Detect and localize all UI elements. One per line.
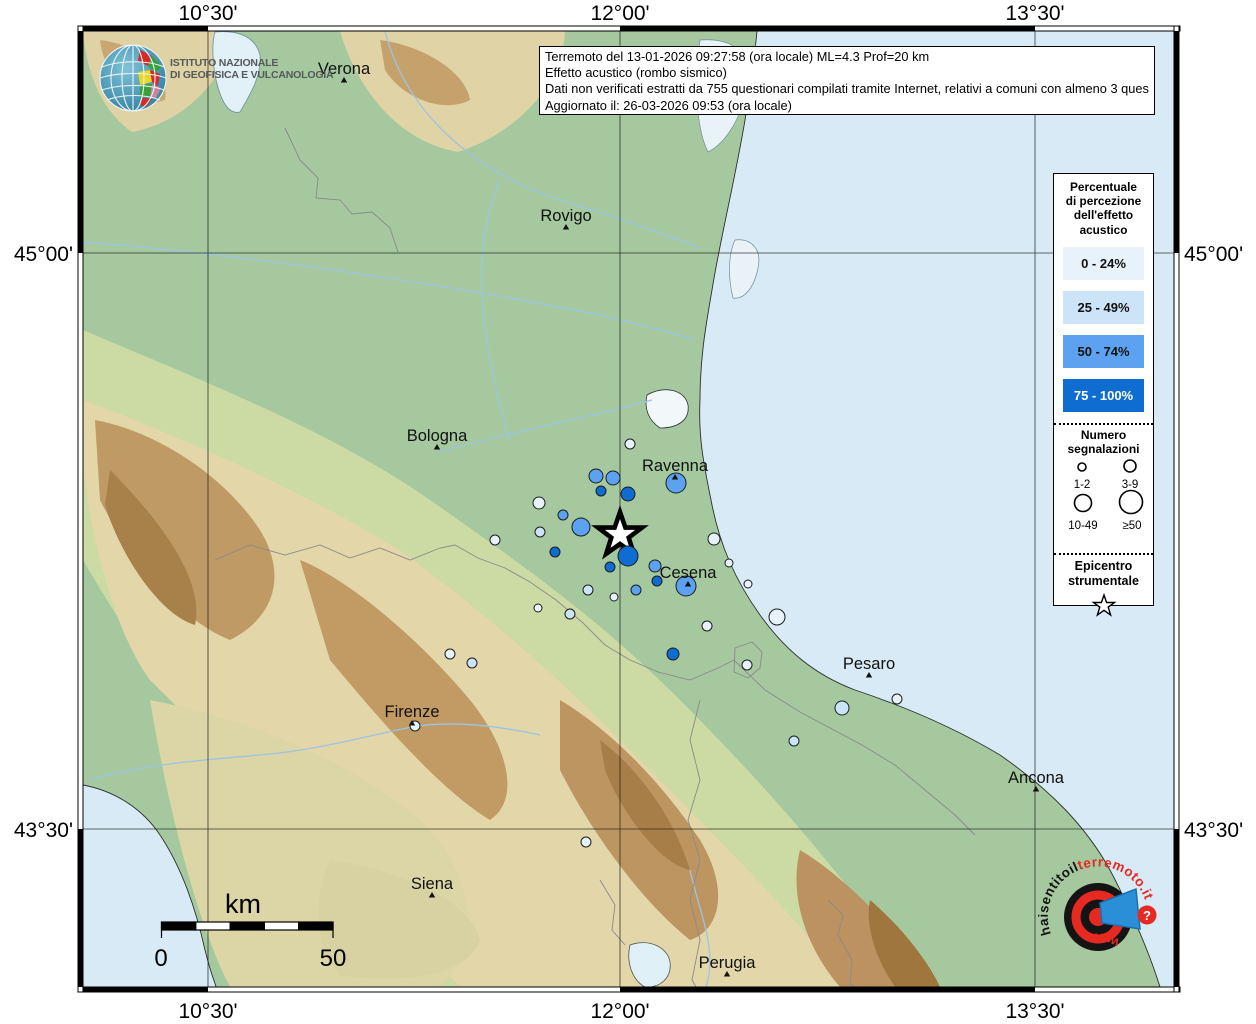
question-badge: ? — [1137, 905, 1157, 925]
report-dot — [489, 534, 501, 546]
scale-unit-label: km — [225, 889, 261, 919]
size-circle-1-2 — [1077, 462, 1087, 472]
report-dot — [609, 592, 619, 602]
legend-class-swatch-2: 50 - 74% — [1063, 334, 1144, 368]
legend-class-swatch-0: 0 - 24% — [1063, 246, 1144, 280]
legend-counts-title: Numero segnalazioni — [1067, 427, 1140, 457]
report-dot — [620, 486, 636, 502]
report-dot — [834, 700, 850, 716]
report-dot — [532, 496, 546, 510]
report-dot — [605, 470, 621, 486]
ingv-text-line1: ISTITUTO NAZIONALE — [170, 57, 279, 69]
axis-right-4500: 45°00' — [1184, 243, 1243, 266]
city-label-ancona: Ancona — [1008, 769, 1065, 787]
haisentito-site-logo: ? haisentitoilterremoto.it www. — [1036, 854, 1157, 951]
axis-top-1030: 10°30' — [178, 2, 237, 25]
report-dot — [891, 693, 903, 705]
size-circle-ge50 — [1118, 489, 1144, 515]
report-dot — [768, 608, 786, 626]
scale-end-label: 50 — [320, 945, 347, 972]
report-dot — [743, 579, 753, 589]
report-dot — [549, 546, 561, 558]
axis-right-4330: 43°30' — [1184, 819, 1243, 842]
scale-start-label: 0 — [154, 945, 167, 972]
axis-bottom-1030: 10°30' — [178, 1000, 237, 1023]
report-dot — [624, 438, 636, 450]
report-dot — [666, 647, 680, 661]
size-label-3-9: 3-9 — [1122, 479, 1139, 491]
ingv-globe-logo — [99, 44, 167, 112]
report-dot — [582, 584, 594, 596]
question-mark: ? — [1143, 908, 1151, 923]
report-dot — [571, 517, 591, 537]
terrain-layer: VeronaRovigoBolognaRavennaCesenaFirenzeP… — [83, 31, 1174, 987]
size-circle-3-9 — [1123, 459, 1137, 473]
axis-top-1200: 12°00' — [590, 2, 649, 25]
report-dot — [580, 836, 592, 848]
city-label-siena: Siena — [411, 875, 454, 893]
city-label-ravenna: Ravenna — [642, 457, 709, 475]
axis-left-4330: 43°30' — [14, 819, 73, 842]
legend-percent-title: Percentuale di percezione dell'effetto a… — [1065, 180, 1142, 237]
size-circle-10-49 — [1073, 493, 1093, 513]
report-dot — [588, 468, 604, 484]
report-dot — [466, 657, 478, 669]
city-label-firenze: Firenze — [384, 703, 439, 721]
report-dot — [724, 558, 734, 568]
legend-class-swatches: 0 - 24% 25 - 49% 50 - 74% 75 - 100% — [1054, 246, 1153, 412]
report-dot — [788, 735, 800, 747]
report-dot — [604, 561, 616, 573]
report-dot — [630, 584, 642, 596]
city-label-rovigo: Rovigo — [540, 207, 591, 225]
city-label-cesena: Cesena — [660, 564, 718, 582]
legend-class-swatch-3: 75 - 100% — [1063, 378, 1144, 412]
city-label-pesaro: Pesaro — [843, 655, 895, 673]
report-dot — [701, 620, 713, 632]
report-dot — [534, 526, 546, 538]
legend-size-symbols: 1-2 3-9 10-49 ≥50 — [1068, 459, 1144, 532]
event-info-line4: Aggiornato il: 26-03-2026 09:53 (ora loc… — [545, 97, 792, 113]
report-dot — [557, 509, 569, 521]
report-dot — [741, 659, 753, 671]
size-label-ge50: ≥50 — [1122, 520, 1141, 532]
legend-class-swatch-1: 25 - 49% — [1063, 290, 1144, 324]
city-label-bologna: Bologna — [407, 427, 468, 445]
city-label-perugia: Perugia — [699, 954, 757, 972]
event-info-box: Terremoto del 13-01-2026 09:27:58 (ora l… — [539, 46, 1155, 115]
report-dot — [533, 603, 543, 613]
legend-panel: Percentuale di percezione dell'effetto a… — [1053, 173, 1154, 617]
size-label-1-2: 1-2 — [1074, 479, 1091, 491]
report-dot — [444, 648, 456, 660]
axis-bottom-1200: 12°00' — [590, 1000, 649, 1023]
report-dot — [564, 608, 576, 620]
report-dot — [595, 485, 607, 497]
ingv-text-line2: DI GEOFISICA E VULCANOLOGIA — [170, 68, 334, 81]
size-label-10-49: 10-49 — [1068, 520, 1097, 532]
event-info-line3: Dati non verificati estratti da 755 ques… — [545, 81, 1149, 97]
event-info-line2: Effetto acustico (rombo sismico) — [545, 65, 727, 81]
axis-left-4500: 45°00' — [14, 243, 73, 266]
legend-star-icon — [1090, 592, 1117, 617]
macroseismic-map-page: Verona Rovigo Bologna Ravenna Cesena Firenze P… — [0, 0, 1256, 1024]
legend-counts-section: Numero segnalazioni 1-2 3-9 10-49 ≥50 — [1054, 422, 1153, 553]
legend-epicenter-title: Epicentro strumentale — [1068, 558, 1139, 588]
report-dot — [707, 532, 721, 546]
report-dot — [617, 545, 639, 567]
legend-epicenter-section: Epicentro strumentale — [1054, 552, 1153, 621]
axis-top-1330: 13°30' — [1005, 2, 1064, 25]
event-info-line1: Terremoto del 13-01-2026 09:27:58 (ora l… — [545, 49, 930, 64]
ingv-logo-text: ISTITUTO NAZIONALE DI GEOFISICA E VULCAN… — [170, 57, 334, 81]
